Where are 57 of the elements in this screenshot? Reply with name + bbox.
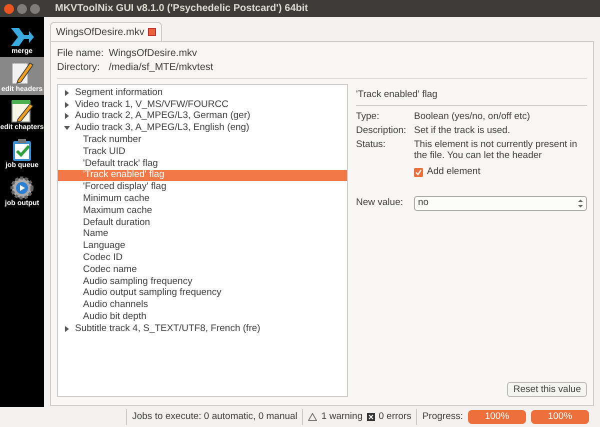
spinner-arrows-icon [578, 198, 583, 208]
field-label: File name: [57, 47, 104, 61]
window-title: MKVToolNix GUI v8.1.0 ('Psychedelic Postcard') 64bit [55, 2, 308, 16]
tree-item[interactable]: 'Default track' flag [58, 158, 347, 170]
error-icon [366, 413, 375, 421]
property-label: Description: [356, 125, 408, 136]
details-heading: 'Track enabled' flag [356, 88, 587, 106]
branch-arrow-icon [9, 26, 35, 48]
file-name: WingsOfDesire.mkv [108, 47, 198, 61]
warning-icon [308, 413, 318, 421]
property-label: Status: [356, 139, 387, 152]
tree-item[interactable]: Subtitle track 4, S_TEXT/UTF8, French (fre) [58, 322, 347, 335]
directory-path: /media/sf_MTE/mkvtest [108, 61, 214, 75]
tree-item[interactable]: Track UID [58, 146, 347, 158]
tree-item[interactable]: Name [58, 228, 347, 240]
close-button[interactable] [4, 4, 14, 14]
error-count: 0 errors [378, 410, 412, 424]
progress-label: Progress: [421, 410, 464, 424]
tree-item[interactable]: Audio sampling frequency [58, 276, 347, 288]
file-tab[interactable]: WingsOfDesire.mkv [50, 22, 162, 41]
tree-item[interactable]: Segment information [58, 87, 347, 99]
jobs-status: Jobs to execute: 0 automatic, 0 manual [126, 409, 304, 425]
value-dropdown[interactable]: no [414, 196, 587, 210]
tree-item[interactable]: Maximum cache [58, 204, 347, 217]
property-value: Boolean (yes/no, on/off etc) [414, 111, 532, 122]
close-tab-icon[interactable] [148, 28, 156, 36]
tree-item[interactable]: Language [58, 240, 347, 252]
tree-item[interactable]: Codec name [58, 264, 347, 276]
add-element-checkbox[interactable]: Add element [414, 165, 587, 180]
tree-item[interactable]: Video track 1, V_MS/VFW/FOURCC [58, 98, 347, 111]
tree-item[interactable]: Codec ID [58, 252, 347, 264]
progress-text: 100% [546, 410, 574, 424]
checkbox-icon[interactable] [414, 168, 423, 177]
tree-item[interactable]: Audio channels [58, 299, 347, 312]
property-value: This element is not currently present in the file. You can let the header [414, 139, 578, 162]
notepad-pencil-icon [10, 98, 34, 124]
maximize-button[interactable] [30, 4, 40, 14]
tree-item[interactable]: 'Forced display' flag [58, 181, 347, 194]
warning-count: 1 warning [321, 410, 363, 424]
new-value-label: New value: [356, 196, 404, 210]
minimize-button[interactable] [17, 4, 27, 14]
progress-text: 100% [484, 410, 510, 424]
tree-item[interactable]: Track number [58, 134, 347, 146]
property-value: Set if the track is used. [414, 125, 512, 136]
tree-item[interactable]: Audio track 2, A_MPEG/L3, German (ger) [58, 110, 347, 122]
tree-item[interactable]: Audio track 3, A_MPEG/L3, English (eng) [58, 122, 347, 134]
tree-item[interactable]: Audio bit depth [58, 311, 347, 323]
property-label: Type: [356, 111, 380, 122]
pencil-icon [10, 60, 34, 86]
tree-item[interactable]: Default duration [58, 216, 347, 229]
tree-item[interactable]: Minimum cache [58, 193, 347, 205]
collapse-arrow-icon[interactable] [64, 125, 72, 132]
field-label: Directory: [57, 61, 101, 75]
tree-item[interactable]: Audio output sampling frequency [58, 288, 347, 300]
reset-value-button[interactable]: Reset this value [507, 382, 587, 397]
gear-play-icon [10, 176, 34, 200]
clipboard-check-icon [11, 138, 33, 162]
